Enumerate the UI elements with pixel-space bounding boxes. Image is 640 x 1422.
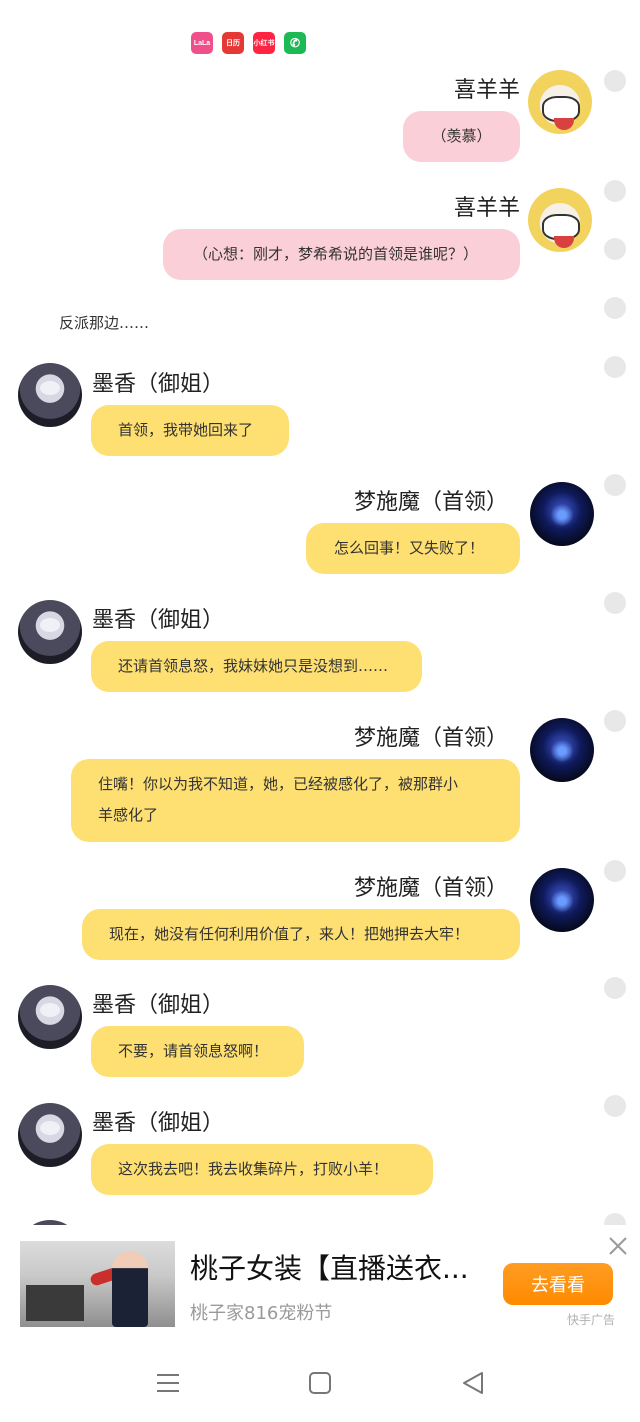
message-bubble[interactable]: （心想：刚才，梦希希说的首领是谁呢？） [163, 229, 520, 280]
message-text: 这次我去吧！我去收集碎片，打败小羊！ [118, 1160, 389, 1178]
ad-thumbnail-person [112, 1251, 148, 1327]
sender-name: 墨香（御姐） [92, 1111, 225, 1136]
message-bubble[interactable]: （羡慕） [403, 111, 520, 162]
select-dot[interactable] [604, 592, 626, 614]
message-bubble[interactable]: 还请首领息怒，我妹妹她只是没想到…… [91, 641, 422, 692]
ad-cta-button[interactable]: 去看看 [503, 1263, 613, 1305]
back-triangle-icon[interactable] [460, 1370, 486, 1396]
message-bubble[interactable]: 现在，她没有任何利用价值了，来人！把她押去大牢！ [82, 909, 520, 960]
message-bubble[interactable]: 首领，我带她回来了 [91, 405, 289, 456]
select-dot[interactable] [604, 977, 626, 999]
message-text: （羡慕） [431, 127, 492, 145]
ad-title[interactable]: 桃子女装【直播送衣... [190, 1247, 469, 1287]
home-square-icon[interactable] [307, 1370, 333, 1396]
select-dot[interactable] [604, 238, 626, 260]
sender-name: 梦施魔（首领） [353, 726, 508, 751]
moxiang-avatar[interactable] [18, 363, 82, 427]
sender-name: 墨香（御姐） [92, 372, 225, 397]
select-dot[interactable] [604, 356, 626, 378]
moxiang-avatar[interactable] [18, 600, 82, 664]
xiaohongshu-app-icon: 小红书 [253, 32, 275, 54]
message-text: 不要，请首领息怒啊！ [118, 1042, 269, 1060]
select-dot[interactable] [604, 474, 626, 496]
ad-subtitle: 桃子家816宠粉节 [190, 1303, 333, 1324]
lala-app-icon: LaLa [191, 32, 213, 54]
message-text: 住嘴！你以为我不知道，她，已经被感化了，被那群小 [98, 775, 459, 793]
ad-thumbnail[interactable] [20, 1241, 175, 1327]
ad-thumbnail-screen [26, 1285, 84, 1321]
moxiang-avatar[interactable] [18, 1103, 82, 1167]
sender-name: 梦施魔（首领） [353, 490, 508, 515]
leader-avatar[interactable] [530, 482, 594, 546]
message-text: 首领，我带她回来了 [118, 421, 254, 439]
sender-name: 墨香（御姐） [92, 993, 225, 1018]
message-bubble[interactable]: 住嘴！你以为我不知道，她，已经被感化了，被那群小 羊感化了 [71, 759, 520, 842]
message-bubble[interactable]: 不要，请首领息怒啊！ [91, 1026, 304, 1077]
sheep-avatar[interactable] [528, 70, 592, 134]
ad-source-tag: 快手广告 [567, 1313, 616, 1327]
select-dot[interactable] [604, 860, 626, 882]
select-dot[interactable] [604, 710, 626, 732]
select-dot[interactable] [604, 70, 626, 92]
message-text: 还请首领息怒，我妹妹她只是没想到…… [118, 657, 389, 675]
sender-name: 梦施魔（首领） [353, 876, 508, 901]
ad-banner[interactable]: 桃子女装【直播送衣... 桃子家816宠粉节 去看看 快手广告 [0, 1225, 640, 1340]
calendar-app-icon: 日历 [222, 32, 244, 54]
message-text: 羊感化了 [98, 806, 159, 824]
narration-text: 反派那边…… [59, 314, 150, 332]
message-text: 现在，她没有任何利用价值了，来人！把她押去大牢！ [109, 925, 470, 943]
phone-app-icon: ✆ [284, 32, 306, 54]
status-bar: LaLa 日历 小红书 ✆ [0, 0, 640, 68]
moxiang-avatar[interactable] [18, 985, 82, 1049]
menu-icon[interactable] [155, 1370, 181, 1396]
chat-area[interactable]: 喜羊羊 （羡慕） 喜羊羊 （心想：刚才，梦希希说的首领是谁呢？） 反派那边…… … [0, 60, 640, 1225]
leader-avatar[interactable] [530, 868, 594, 932]
sender-name: 喜羊羊 [453, 78, 520, 103]
message-bubble[interactable]: 这次我去吧！我去收集碎片，打败小羊！ [91, 1144, 433, 1195]
select-dot[interactable] [604, 180, 626, 202]
select-dot[interactable] [604, 297, 626, 319]
message-text: （心想：刚才，梦希希说的首领是谁呢？） [193, 245, 479, 263]
sender-name: 喜羊羊 [453, 196, 520, 221]
system-nav-bar [0, 1340, 640, 1422]
message-select-column [604, 60, 626, 1235]
message-bubble[interactable]: 怎么回事！又失败了！ [306, 523, 520, 574]
select-dot[interactable] [604, 1095, 626, 1117]
leader-avatar[interactable] [530, 718, 594, 782]
close-icon[interactable] [607, 1235, 629, 1257]
sheep-avatar[interactable] [528, 188, 592, 252]
sender-name: 墨香（御姐） [92, 608, 225, 633]
message-text: 怎么回事！又失败了！ [334, 539, 485, 557]
